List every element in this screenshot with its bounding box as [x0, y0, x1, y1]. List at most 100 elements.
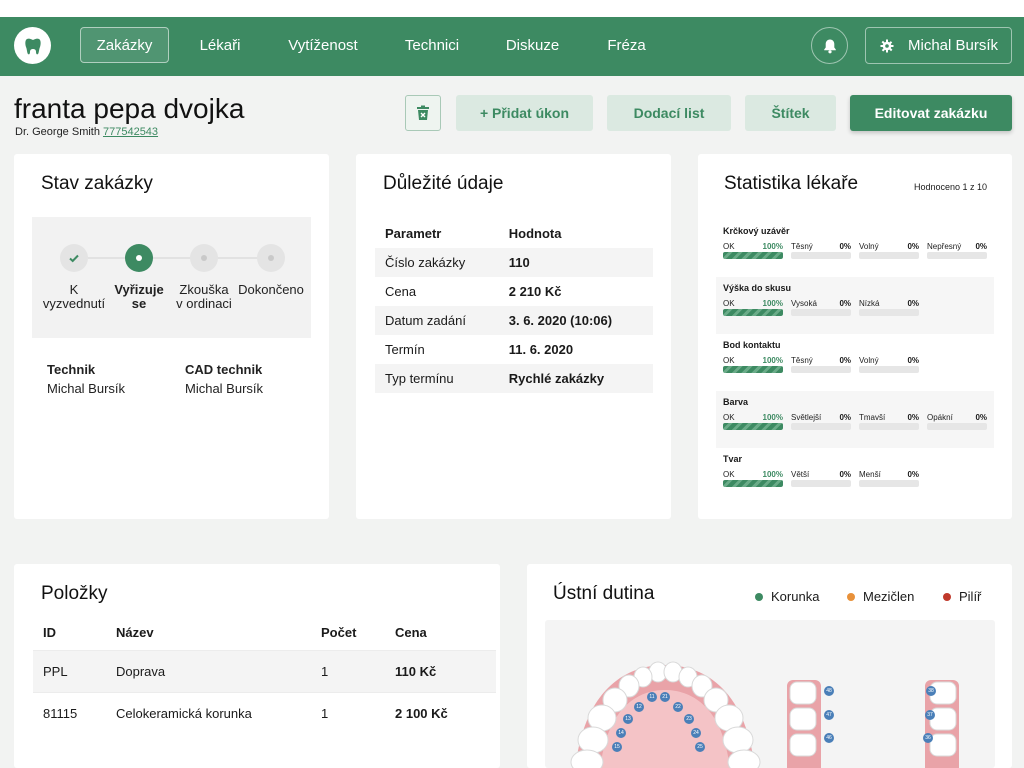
- stat-bar: [927, 252, 987, 259]
- key-info-table: Parametr Hodnota Číslo zakázky 110 Cena 2 2…: [375, 219, 653, 393]
- edit-order-button[interactable]: Editovat zakázku: [850, 95, 1012, 131]
- tooth-number[interactable]: 11: [647, 692, 657, 702]
- stat-percent: 100%: [762, 242, 783, 251]
- step-done: [60, 244, 88, 272]
- tooth-number[interactable]: 15: [612, 742, 622, 752]
- trash-icon: [417, 105, 429, 120]
- column-header: ID: [43, 625, 56, 641]
- tooth-number[interactable]: 12: [634, 702, 644, 712]
- tooth-number[interactable]: 25: [695, 742, 705, 752]
- tooth-number[interactable]: 48: [824, 686, 834, 696]
- stat-percent: 0%: [975, 413, 987, 422]
- delivery-note-button[interactable]: Dodací list: [607, 95, 731, 131]
- order-status-card: Stav zakázky Kvyzvednutí Vyřizuje se Zkou…: [14, 154, 329, 519]
- nav-item-vytizenost[interactable]: Vytíženost: [278, 27, 368, 63]
- items-table: ID Název Počet Cena PPL Doprava 1 110 Kč…: [33, 616, 496, 734]
- tooth-number[interactable]: 24: [691, 728, 701, 738]
- step-label: Kvyzvednutí: [42, 282, 106, 311]
- stat-group-name: Barva: [723, 397, 749, 407]
- stat-label: Volný: [859, 242, 879, 251]
- tooth-number[interactable]: 14: [616, 728, 626, 738]
- stat-label: Světlejší: [791, 413, 822, 422]
- item-name: Celokeramická korunka: [106, 691, 311, 734]
- step-todo: [190, 244, 218, 272]
- stat-percent: 0%: [907, 242, 919, 251]
- tooth-number[interactable]: 47: [824, 710, 834, 720]
- item-count: 1: [311, 649, 385, 692]
- stat-group: Bod kontaktu OK 100% Těsný 0% Volný 0%: [716, 334, 994, 391]
- stat-percent: 0%: [907, 470, 919, 479]
- doctor-name: Dr. George Smith: [15, 126, 100, 138]
- table-row: Cena 2 210 Kč: [375, 277, 653, 306]
- bell-icon: [823, 39, 836, 53]
- stat-bar: [927, 423, 987, 430]
- item-price: 110 Kč: [385, 649, 496, 692]
- table-row[interactable]: 81115 Celokeramická korunka 1 2 100 Kč: [33, 691, 496, 734]
- stat-group-name: Výška do skusu: [723, 283, 792, 293]
- stat-label: Tmavší: [859, 413, 886, 422]
- teeth-chart: 11 21 12 22 13 23 14 24 15 25 48 47 46 3…: [545, 620, 995, 768]
- stat-label: Volný: [859, 356, 879, 365]
- param-value: 110: [498, 248, 653, 277]
- tooth-number[interactable]: 46: [824, 733, 834, 743]
- delete-button[interactable]: [405, 95, 441, 131]
- tooth-number[interactable]: 23: [684, 714, 694, 724]
- param-value: Rychlé zakázky: [498, 364, 653, 393]
- doctor-phone-link[interactable]: 777542543: [103, 126, 158, 138]
- items-card: Položky ID Název Počet Cena PPL Doprava …: [14, 564, 500, 768]
- add-action-button[interactable]: + Přidat úkon: [456, 95, 593, 131]
- stat-group-name: Tvar: [723, 454, 743, 464]
- tooth-number[interactable]: 36: [923, 733, 933, 743]
- item-count: 1: [311, 691, 385, 734]
- step-current: [125, 244, 153, 272]
- stat-group: Tvar OK 100% Větší 0% Menší 0%: [716, 448, 994, 505]
- stat-bar: [723, 252, 783, 259]
- table-row[interactable]: PPL Doprava 1 110 Kč: [33, 649, 496, 692]
- stat-label: Větší: [791, 470, 810, 479]
- nav-item-diskuze[interactable]: Diskuze: [495, 27, 570, 63]
- legend-label: Pilíř: [959, 589, 982, 604]
- tooth-number[interactable]: 22: [673, 702, 683, 712]
- column-header: Hodnota: [508, 226, 562, 241]
- stat-label: OK: [723, 299, 735, 308]
- stat-bar: [723, 366, 783, 373]
- label-button[interactable]: Štítek: [745, 95, 836, 131]
- legend-abutment: Pilíř: [943, 589, 981, 604]
- stat-percent: 0%: [907, 356, 919, 365]
- tooth-icon[interactable]: [14, 27, 51, 64]
- check-icon: [69, 254, 79, 263]
- rated-count: Hodnoceno 1 z 10: [914, 182, 988, 192]
- tooth-number[interactable]: 37: [925, 710, 935, 720]
- items-title: Položky: [41, 583, 108, 604]
- order-status-title: Stav zakázky: [41, 173, 153, 194]
- stat-bar: [791, 480, 851, 487]
- step-label: Dokončeno: [238, 282, 304, 297]
- column-header: Cena: [395, 625, 427, 641]
- key-info-title: Důležité údaje: [383, 173, 504, 194]
- stat-bar: [791, 366, 851, 373]
- oral-cavity-card: Ústní dutina Korunka Mezičlen Pilíř 11 2…: [527, 564, 1012, 768]
- user-menu-button[interactable]: Michal Bursík: [865, 27, 1012, 64]
- stat-bar: [723, 480, 783, 487]
- table-row: Typ termínu Rychlé zakázky: [375, 364, 653, 393]
- tooth-number[interactable]: 21: [660, 692, 670, 702]
- nav-item-technici[interactable]: Technici: [394, 27, 470, 63]
- stat-percent: 0%: [839, 299, 851, 308]
- nav-item-freza[interactable]: Fréza: [597, 27, 656, 63]
- param-name: Datum zadání: [375, 306, 499, 335]
- stat-percent: 100%: [762, 299, 783, 308]
- param-name: Termín: [385, 342, 425, 357]
- nav-item-zakazky[interactable]: Zakázky: [80, 27, 169, 63]
- legend-label: Korunka: [771, 589, 820, 604]
- notification-bell-button[interactable]: [811, 27, 848, 64]
- stat-bar: [859, 252, 919, 259]
- stat-percent: 0%: [907, 299, 919, 308]
- doctor-info: Dr. George Smith 777542543: [15, 126, 158, 138]
- tooth-number[interactable]: 38: [926, 686, 936, 696]
- stat-percent: 0%: [907, 413, 919, 422]
- stat-percent: 100%: [762, 356, 783, 365]
- tooth-number[interactable]: 13: [623, 714, 633, 724]
- stat-label: Opákní: [927, 413, 953, 422]
- nav-item-lekari[interactable]: Lékaři: [189, 27, 251, 63]
- column-header: Název: [116, 625, 154, 641]
